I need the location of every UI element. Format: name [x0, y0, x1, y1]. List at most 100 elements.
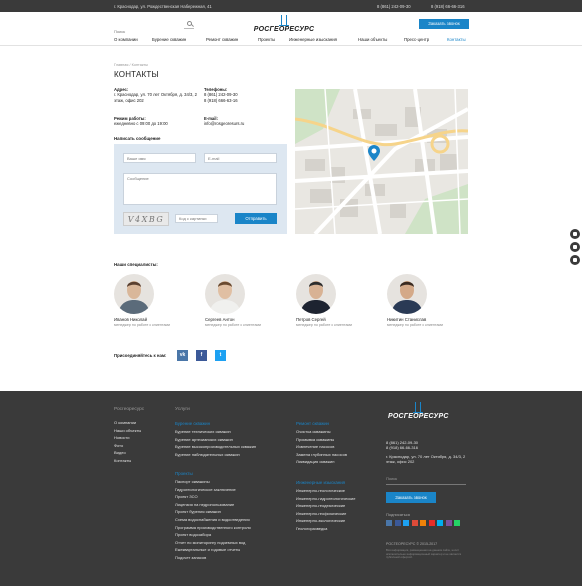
footer-link[interactable]: Видео: [114, 449, 141, 457]
footer-repair-title[interactable]: Ремонт скважин: [296, 421, 329, 426]
footer-link[interactable]: Лицензия на недропользование: [175, 501, 251, 509]
message-field[interactable]: [123, 173, 277, 205]
call-request-button[interactable]: Заказать звонок: [419, 19, 469, 29]
footer-contacts: 8 (861) 242-09-30 8 (918) 66-66-316 г. К…: [386, 440, 466, 465]
footer-link[interactable]: Схема водоснабжения и водоотведения: [175, 516, 251, 524]
footer-link[interactable]: Фото: [114, 442, 141, 450]
facebook-icon[interactable]: f: [196, 350, 207, 361]
specialist-position: менеджер по работе с клиентами: [114, 323, 170, 327]
footer-link[interactable]: Геологоразведка: [296, 525, 355, 533]
footer-link[interactable]: Инженерно-геодезические: [296, 502, 355, 510]
footer-link[interactable]: Проект бурения скважин: [175, 508, 251, 516]
footer-search-input[interactable]: Поиск: [386, 476, 466, 485]
specialist-position: менеджер по работе с клиентами: [296, 323, 352, 327]
skype-icon[interactable]: [437, 520, 443, 526]
map-marker-icon[interactable]: [368, 145, 380, 161]
map[interactable]: [295, 89, 468, 234]
specialist-name: Иванов Николай: [114, 317, 147, 322]
youtube-icon[interactable]: [428, 520, 435, 526]
nav-item-drilling[interactable]: Бурение скважин: [152, 37, 186, 42]
footer-repair-list: Очистка скважины Промывка скважины Извлече…: [296, 428, 347, 466]
footer-link[interactable]: Новости: [114, 434, 141, 442]
footer-address: г. Краснодар, ул. 70 лет Октября, д. 34/…: [386, 453, 466, 465]
footer-link[interactable]: Бурение технических скважин: [175, 428, 256, 436]
top-phone-1[interactable]: 8 (861) 242-09-30: [377, 4, 411, 9]
footer-company-links: О компании Наши объекты Новости Фото Видео Ко…: [114, 419, 141, 465]
breadcrumb[interactable]: Главная / Контакты: [114, 63, 148, 67]
header: РОСГЕОРЕСУРС Заказать звонок О компании …: [0, 12, 582, 46]
nav-item-press[interactable]: Пресс-центр: [404, 37, 429, 42]
nav-item-projects[interactable]: Проекты: [258, 37, 275, 42]
footer-surveys-title[interactable]: Инженерные изыскания: [296, 480, 345, 485]
footer-link[interactable]: О компании: [114, 419, 141, 427]
nav-item-objects[interactable]: Наши объекты: [358, 37, 387, 42]
up-arrow-icon[interactable]: [570, 229, 580, 239]
facebook-icon[interactable]: [394, 520, 401, 526]
nav-item-about[interactable]: О компании: [114, 37, 138, 42]
twitter-icon[interactable]: [403, 520, 409, 526]
down-arrow-icon[interactable]: [570, 255, 580, 265]
footer-link[interactable]: Бурение наблюдательных скважин: [175, 451, 256, 459]
footer-link[interactable]: Инженерно-гидрогеологические: [296, 495, 355, 503]
footer-projects-title[interactable]: Проекты: [175, 471, 193, 476]
footer-link[interactable]: Проект водозабора: [175, 531, 251, 539]
specialist-name: Сергеев Антон: [205, 317, 235, 322]
google-plus-icon[interactable]: [411, 520, 418, 526]
footer-link[interactable]: Отчет по мониторингу подземных вод: [175, 539, 251, 547]
join-label: Присоединяйтесь к нам:: [114, 353, 167, 358]
footer-link[interactable]: Извлечение насосов: [296, 443, 347, 451]
footer-link[interactable]: Инженерно-геофизические: [296, 510, 355, 518]
footer-link[interactable]: Бурение высокопроизводительных скважин: [175, 443, 256, 451]
vk-icon[interactable]: vk: [177, 350, 188, 361]
derrick-icon: [279, 15, 289, 26]
footer-call-button[interactable]: Заказать звонок: [386, 492, 436, 503]
footer-link[interactable]: Инженерно-геологические: [296, 487, 355, 495]
logo-text: РОСГЕОРЕСУРС: [253, 26, 315, 33]
vk-icon[interactable]: [386, 520, 392, 526]
logo[interactable]: РОСГЕОРЕСУРС: [249, 15, 319, 37]
name-field[interactable]: [123, 153, 196, 163]
search-icon[interactable]: [187, 21, 192, 26]
footer-link[interactable]: Проект ЗСО: [175, 493, 251, 501]
top-bar: г. Краснодар, ул. Рождественская Набереж…: [0, 0, 582, 12]
nav-item-contacts[interactable]: Контакты: [447, 37, 466, 42]
specialist-position: менеджер по работе с клиентами: [205, 323, 261, 327]
footer-note: Вся информация, размещенная на данном са…: [386, 548, 462, 560]
captcha-field[interactable]: [175, 214, 218, 223]
captcha-image: V4XBG: [123, 212, 169, 226]
footer-link[interactable]: Подсчет запасов: [175, 554, 251, 562]
footer-link[interactable]: Замена глубинных насосов: [296, 451, 347, 459]
top-phone-2[interactable]: 8 (918) 66-66-316: [431, 4, 465, 9]
footer-link[interactable]: Программа производственного контроля: [175, 524, 251, 532]
whatsapp-icon[interactable]: [454, 520, 460, 526]
specialist-card: Сергеев Антон менеджер по работе с клиент…: [205, 274, 285, 327]
twitter-icon[interactable]: t: [215, 350, 226, 361]
footer-link[interactable]: Контакты: [114, 457, 141, 465]
footer-link[interactable]: Гидрогеологическое заключение: [175, 486, 251, 494]
footer-drilling-title[interactable]: Бурение скважин: [175, 421, 210, 426]
footer-link[interactable]: Промывка скважины: [296, 436, 347, 444]
nav-item-surveys[interactable]: Инженерные изыскания: [289, 37, 337, 42]
hours-value: ежедневно с 09:00 до 19:00: [114, 121, 168, 127]
specialist-photo: [205, 274, 245, 314]
odnoklassniki-icon[interactable]: [420, 520, 426, 526]
footer-logo[interactable]: РОСГЕОРЕСУРС: [388, 402, 448, 420]
footer-link[interactable]: Бурение артезианских скважин: [175, 436, 256, 444]
footer-link[interactable]: Паспорт скважины: [175, 478, 251, 486]
search-input[interactable]: [114, 27, 184, 36]
email-field[interactable]: [204, 153, 277, 163]
footer-link[interactable]: Ликвидация скважин: [296, 458, 347, 466]
email-value[interactable]: info@rosgeoresurs.ru: [204, 121, 244, 126]
share-icon[interactable]: [570, 242, 580, 252]
footer-phone-2[interactable]: 8 (918) 66-66-316: [386, 445, 466, 450]
footer-link[interactable]: Ежеквартальные и годовые отчеты: [175, 546, 251, 554]
viber-icon[interactable]: [445, 520, 452, 526]
footer: [0, 391, 582, 586]
footer-link[interactable]: Наши объекты: [114, 427, 141, 435]
phone-2[interactable]: 8 (918) 666-63-16: [204, 98, 238, 103]
form-title: Написать сообщение: [114, 136, 161, 141]
footer-link[interactable]: Очистка скважины: [296, 428, 347, 436]
send-button[interactable]: Отправить: [235, 213, 277, 224]
footer-link[interactable]: Инженерно-экологические: [296, 517, 355, 525]
nav-item-repair[interactable]: Ремонт скважин: [206, 37, 238, 42]
